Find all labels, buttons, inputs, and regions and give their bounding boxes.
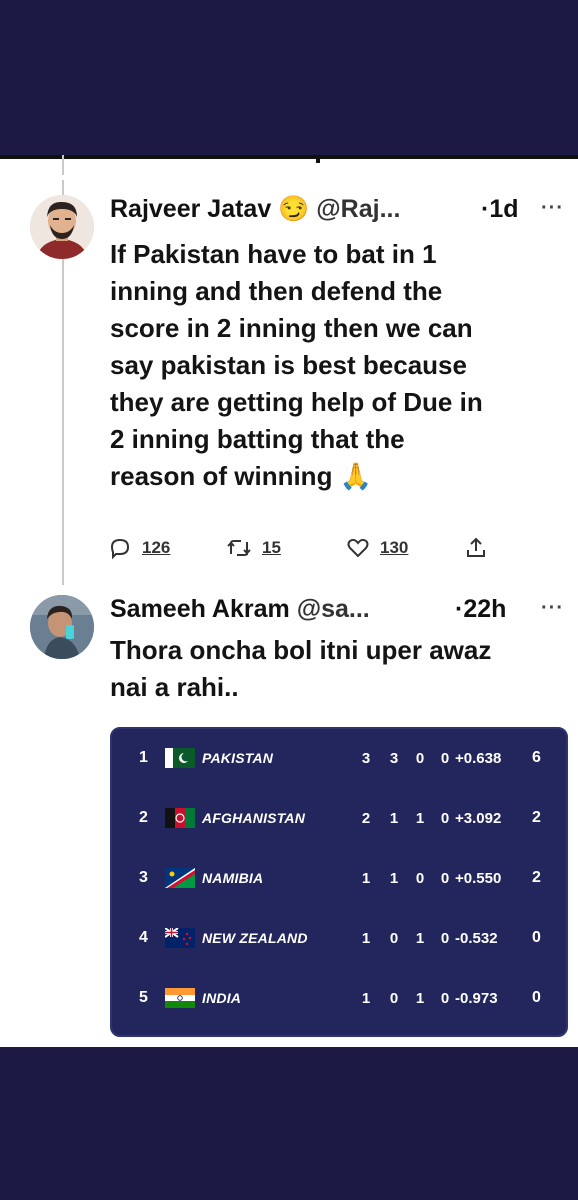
team-name: AFGHANISTAN	[202, 810, 306, 826]
thread-connector	[62, 155, 64, 175]
lost: 0	[415, 750, 425, 767]
afghanistan-flag-icon	[165, 808, 195, 828]
timestamp[interactable]: ·1d	[481, 195, 519, 224]
lost: 1	[415, 930, 425, 947]
top-dark-band	[0, 0, 578, 155]
retweet-button[interactable]: 15	[226, 531, 281, 565]
tweet-line: say pakistan is best because	[110, 350, 467, 380]
retweet-icon	[227, 540, 251, 556]
more-options-icon[interactable]: ···	[541, 597, 564, 620]
tweet-header: Sameeh Akram @sa...	[110, 595, 370, 624]
lost: 1	[415, 810, 425, 827]
reply-icon	[110, 538, 130, 560]
net-run-rate: +0.638	[455, 750, 502, 767]
net-run-rate: +0.550	[455, 870, 502, 887]
tweet-line: score in 2 inning then we can	[110, 313, 473, 343]
net-run-rate: +3.092	[455, 810, 502, 827]
tweet-thread-panel: Rajveer Jatav 😏 @Raj... ·1d ··· If Pakis…	[0, 155, 578, 1047]
namibia-flag-icon	[165, 868, 195, 888]
no-result: 0	[440, 810, 450, 827]
retweet-count: 15	[262, 538, 281, 557]
team-name: NAMIBIA	[202, 870, 264, 886]
played: 1	[361, 870, 371, 887]
share-button[interactable]	[464, 531, 488, 565]
won: 1	[389, 810, 399, 827]
divider-tick	[316, 155, 320, 163]
display-name[interactable]: Rajveer Jatav	[110, 195, 271, 223]
won: 0	[389, 930, 399, 947]
tweet-line: reason of winning 🙏	[110, 461, 373, 491]
played: 3	[361, 750, 371, 767]
position: 3	[139, 869, 148, 886]
emoji: 😏	[278, 195, 310, 223]
tweet-line: they are getting help of Due in	[110, 387, 483, 417]
display-name[interactable]: Sameeh Akram	[110, 595, 290, 623]
reply-button[interactable]: 126	[108, 531, 170, 565]
like-count: 130	[380, 538, 409, 557]
avatar[interactable]	[30, 595, 94, 659]
won: 3	[389, 750, 399, 767]
points: 2	[532, 869, 541, 886]
lost: 0	[415, 870, 425, 887]
like-button[interactable]: 130	[346, 531, 408, 565]
position: 4	[139, 929, 148, 946]
tweet-text: If Pakistan have to bat in 1 inning and …	[110, 236, 483, 495]
played: 1	[361, 990, 371, 1007]
points: 6	[532, 749, 541, 766]
tweet-line: If Pakistan have to bat in 1	[110, 239, 437, 269]
tweet-actions: 126 15 130	[108, 531, 508, 565]
points: 0	[532, 989, 541, 1006]
divider	[0, 155, 578, 159]
points: 0	[532, 929, 541, 946]
pakistan-flag-icon	[165, 748, 195, 768]
team-name: NEW ZEALAND	[202, 930, 308, 946]
standings-row: 1 PAKISTAN 3 3 0 0 +0.638 6	[112, 729, 566, 789]
tweet-header: Rajveer Jatav 😏 @Raj...	[110, 195, 400, 224]
played: 1	[361, 930, 371, 947]
position: 2	[139, 809, 148, 826]
lost: 1	[415, 990, 425, 1007]
bottom-dark-band	[0, 1047, 578, 1200]
standings-row: 5 INDIA 1 0 1 0 -0.973 0	[112, 969, 566, 1029]
more-options-icon[interactable]: ···	[541, 197, 564, 220]
tweet-line: Thora oncha bol itni uper awaz	[110, 635, 492, 665]
new-zealand-flag-icon	[165, 928, 195, 948]
avatar[interactable]	[30, 195, 94, 259]
tweet-text: Thora oncha bol itni uper awaz nai a rah…	[110, 632, 491, 706]
standings-image[interactable]: 1 PAKISTAN 3 3 0 0 +0.638 6 2 AFGHANISTA…	[110, 727, 568, 1037]
won: 1	[389, 870, 399, 887]
no-result: 0	[440, 870, 450, 887]
heart-icon	[347, 538, 369, 558]
timestamp[interactable]: ·22h	[455, 595, 506, 624]
won: 0	[389, 990, 399, 1007]
tweet-line: inning and then defend the	[110, 276, 443, 306]
no-result: 0	[440, 990, 450, 1007]
no-result: 0	[440, 750, 450, 767]
standings-row: 2 AFGHANISTAN 2 1 1 0 +3.092 2	[112, 789, 566, 849]
tweet-line: nai a rahi..	[110, 672, 239, 702]
user-handle[interactable]: @sa...	[297, 595, 370, 623]
net-run-rate: -0.973	[455, 990, 498, 1007]
reply-count: 126	[142, 538, 171, 557]
standings-row: 3 NAMIBIA 1 1 0 0 +0.550 2	[112, 849, 566, 909]
tweet-line: 2 inning batting that the	[110, 424, 405, 454]
points: 2	[532, 809, 541, 826]
standings-row: 4 NEW ZEALAND 1 0 1 0 -0.532 0	[112, 909, 566, 969]
position: 5	[139, 989, 148, 1006]
net-run-rate: -0.532	[455, 930, 498, 947]
team-name: PAKISTAN	[202, 750, 274, 766]
played: 2	[361, 810, 371, 827]
india-flag-icon	[165, 988, 195, 1008]
no-result: 0	[440, 930, 450, 947]
position: 1	[139, 749, 148, 766]
team-name: INDIA	[202, 990, 242, 1006]
share-icon	[467, 537, 485, 557]
user-handle[interactable]: @Raj...	[316, 195, 400, 223]
